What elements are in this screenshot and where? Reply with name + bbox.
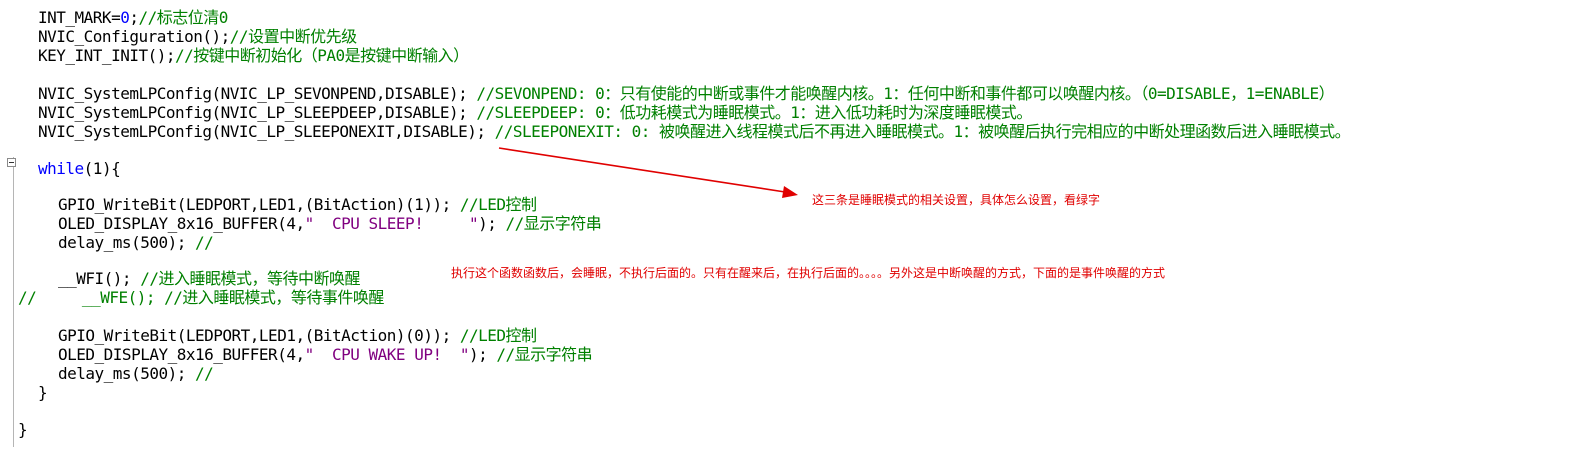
code-text: delay_ms(500); [58, 364, 195, 383]
code-line[interactable]: GPIO_WriteBit(LEDPORT,LED1,(BitAction)(1… [58, 195, 537, 214]
code-comment: //SEVONPEND: 0：只有使能的中断或事件才能唤醒内核。1：任何中断和事… [476, 84, 1335, 103]
code-line[interactable]: KEY_INT_INIT();//按键中断初始化（PA0是按键中断输入） [38, 46, 469, 65]
code-text: } [18, 420, 28, 439]
code-text: ); [478, 214, 506, 233]
code-comment: //SLEEPDEEP: 0：低功耗模式为睡眠模式。1：进入低功耗时为深度睡眠模… [476, 103, 1032, 122]
code-line[interactable]: OLED_DISPLAY_8x16_BUFFER(4," CPU SLEEP! … [58, 214, 602, 233]
code-text: GPIO_WriteBit(LEDPORT,LED1,(BitAction)(0… [58, 326, 460, 345]
arrow-head-icon [782, 186, 798, 198]
code-line[interactable]: __WFI(); //进入睡眠模式，等待中断唤醒 [58, 269, 360, 288]
arrow-line [498, 147, 786, 193]
code-string: " CPU SLEEP! " [304, 214, 479, 233]
code-line[interactable]: OLED_DISPLAY_8x16_BUFFER(4," CPU WAKE UP… [58, 345, 593, 364]
code-keyword: 0 [120, 8, 130, 27]
code-line[interactable]: delay_ms(500); // [58, 364, 214, 383]
code-editor[interactable]: INT_MARK=0;//标志位清0 NVIC_Configuration();/… [0, 0, 1596, 455]
code-line[interactable]: INT_MARK=0;//标志位清0 [38, 8, 228, 27]
code-line[interactable]: NVIC_SystemLPConfig(NVIC_LP_SEVONPEND,DI… [38, 84, 1335, 103]
code-text: NVIC_Configuration(); [38, 27, 230, 46]
code-text: NVIC_SystemLPConfig(NVIC_LP_SLEEPONEXIT,… [38, 122, 495, 141]
code-line[interactable]: NVIC_Configuration();//设置中断优先级 [38, 27, 357, 46]
code-text: KEY_INT_INIT(); [38, 46, 176, 65]
code-comment: //显示字符串 [496, 345, 593, 364]
code-comment: //LED控制 [459, 195, 537, 214]
code-line[interactable]: // __WFE(); //进入睡眠模式，等待事件唤醒 [18, 288, 384, 307]
code-text: OLED_DISPLAY_8x16_BUFFER(4, [58, 345, 305, 364]
code-line[interactable]: NVIC_SystemLPConfig(NVIC_LP_SLEEPONEXIT,… [38, 122, 1351, 141]
code-keyword: while [38, 159, 84, 178]
code-comment: //进入睡眠模式，等待中断唤醒 [140, 269, 360, 288]
code-comment: // [195, 364, 214, 383]
wfi-annotation: 执行这个函数函数后，会睡眠，不执行后面的。只有在醒来后，在执行后面的。。。。另外… [451, 266, 1166, 280]
code-line[interactable]: NVIC_SystemLPConfig(NVIC_LP_SLEEPDEEP,DI… [38, 103, 1032, 122]
code-string: " CPU WAKE UP! " [304, 345, 470, 364]
code-line[interactable]: while(1){ [38, 159, 121, 178]
code-comment: //SLEEPONEXIT: 0: 被唤醒进入线程模式后不再进入睡眠模式。1：被… [494, 122, 1351, 141]
code-text: GPIO_WriteBit(LEDPORT,LED1,(BitAction)(1… [58, 195, 460, 214]
sleep-settings-annotation: 这三条是睡眠模式的相关设置，具体怎么设置，看绿字 [812, 193, 1101, 207]
code-line[interactable]: GPIO_WriteBit(LEDPORT,LED1,(BitAction)(0… [58, 326, 537, 345]
code-text: delay_ms(500); [58, 233, 195, 252]
code-text: __WFI(); [58, 269, 141, 288]
code-comment: // [195, 233, 214, 252]
fold-guide-line [13, 157, 14, 447]
code-line[interactable]: } [18, 420, 28, 439]
code-text: ); [468, 345, 497, 364]
code-text: OLED_DISPLAY_8x16_BUFFER(4, [58, 214, 305, 233]
code-text: NVIC_SystemLPConfig(NVIC_LP_SLEEPDEEP,DI… [38, 103, 477, 122]
code-comment: //LED控制 [459, 326, 537, 345]
code-comment: //显示字符串 [505, 214, 602, 233]
code-comment: //设置中断优先级 [229, 27, 357, 46]
code-line[interactable]: } [38, 383, 48, 402]
code-comment: //标志位清0 [138, 8, 228, 27]
fold-collapse-icon[interactable] [7, 158, 16, 167]
code-text: INT_MARK= [38, 8, 121, 27]
code-comment: // __WFE(); //进入睡眠模式，等待事件唤醒 [18, 288, 384, 307]
code-text: } [38, 383, 48, 402]
code-comment: //按键中断初始化（PA0是按键中断输入） [175, 46, 469, 65]
code-text: (1){ [83, 159, 121, 178]
code-text: NVIC_SystemLPConfig(NVIC_LP_SEVONPEND,DI… [38, 84, 477, 103]
code-line[interactable]: delay_ms(500); // [58, 233, 214, 252]
